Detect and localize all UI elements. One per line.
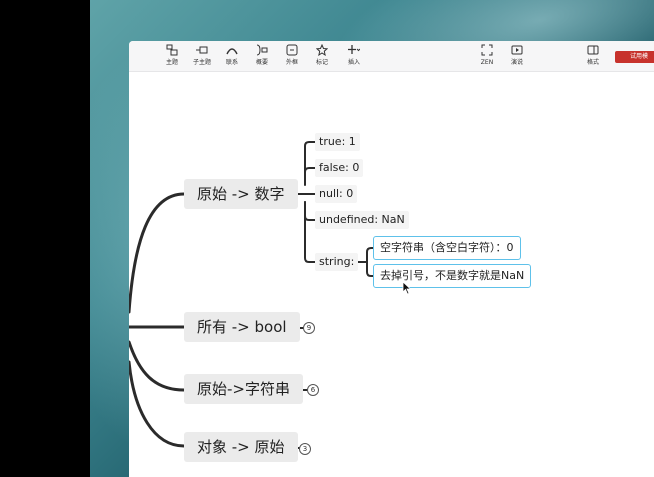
branch-line: [129, 340, 186, 392]
relationship-icon: [219, 44, 245, 58]
subtopic-nan-rule[interactable]: 去掉引号，不是数字就是NaN: [373, 264, 532, 288]
toolbar-label: 插入: [347, 59, 360, 66]
pitch-icon: [504, 44, 530, 58]
toolbar-label: ZEN: [480, 59, 494, 66]
branch-line: [129, 192, 186, 314]
mindmap-canvas[interactable]: 原始 -> 数字 所有 -> bool 9 原始->字符串 6 对象 -> 原始…: [129, 72, 654, 477]
subtopic-undefined[interactable]: undefined: NaN: [315, 211, 409, 229]
toolbar-subtopic-button[interactable]: 子主题: [189, 44, 215, 67]
toolbar-summary-button[interactable]: 概要: [249, 44, 275, 67]
toolbar-pitch-button[interactable]: 演说: [504, 44, 530, 67]
toolbar-topic-button[interactable]: 主题: [159, 44, 185, 67]
toolbar-label: 概要: [255, 59, 268, 66]
topic-all-to-bool[interactable]: 所有 -> bool: [184, 312, 300, 342]
subtopic-string[interactable]: string:: [315, 253, 359, 271]
subtopic-null[interactable]: null: 0: [315, 185, 358, 203]
insert-plus-icon: [341, 44, 367, 58]
branch-line: [304, 141, 316, 186]
subtopic-true[interactable]: true: 1: [315, 133, 360, 151]
trial-button[interactable]: 试用模: [615, 51, 654, 63]
toolbar-label: 格式: [586, 59, 599, 66]
topic-icon: [159, 44, 185, 58]
toolbar-label: 主题: [165, 59, 178, 66]
branch-line: [129, 360, 186, 448]
collapsed-count-badge[interactable]: 9: [303, 322, 315, 334]
subtopic-false[interactable]: false: 0: [315, 159, 364, 177]
subtopic-empty-string[interactable]: 空字符串（含空白字符）：0: [373, 236, 521, 260]
boundary-icon: [279, 44, 305, 58]
collapsed-count-badge[interactable]: 3: [299, 443, 311, 455]
toolbar-label: 联系: [225, 59, 238, 66]
toolbar-marker-button[interactable]: 标记: [309, 43, 335, 67]
topic-object-to-primitive[interactable]: 对象 -> 原始: [184, 432, 298, 462]
toolbar-label: 标记: [315, 59, 328, 66]
toolbar-format-button[interactable]: 格式: [580, 44, 606, 67]
toolbar-label: 外框: [285, 59, 298, 66]
mouse-cursor-icon: [402, 281, 412, 295]
format-panel-icon: [580, 44, 606, 58]
topic-primitive-to-string[interactable]: 原始->字符串: [184, 374, 303, 404]
subtopic-icon: [189, 44, 215, 58]
toolbar-relationship-button[interactable]: 联系: [219, 44, 245, 67]
summary-icon: [249, 44, 275, 58]
collapsed-count-badge[interactable]: 6: [307, 384, 319, 396]
toolbar-label: 演说: [510, 59, 523, 66]
topic-primitive-to-number[interactable]: 原始 -> 数字: [184, 179, 298, 209]
mindmap-app-window: 主题 子主题 联系 概要 外框 标记 插入 ZEN 演说 格式 试用模 原始 -…: [129, 41, 654, 477]
branch-line: [304, 201, 316, 221]
toolbar: 主题 子主题 联系 概要 外框 标记 插入 ZEN 演说 格式 试用模: [129, 41, 654, 72]
toolbar-boundary-button[interactable]: 外框: [279, 44, 305, 67]
branch-line: [304, 167, 316, 173]
branch-line: [304, 201, 316, 263]
toolbar-label: 子主题: [192, 59, 211, 66]
zen-icon: [474, 44, 500, 58]
toolbar-insert-button[interactable]: 插入: [341, 44, 367, 67]
star-icon: [309, 43, 335, 58]
toolbar-zen-button[interactable]: ZEN: [474, 44, 500, 67]
